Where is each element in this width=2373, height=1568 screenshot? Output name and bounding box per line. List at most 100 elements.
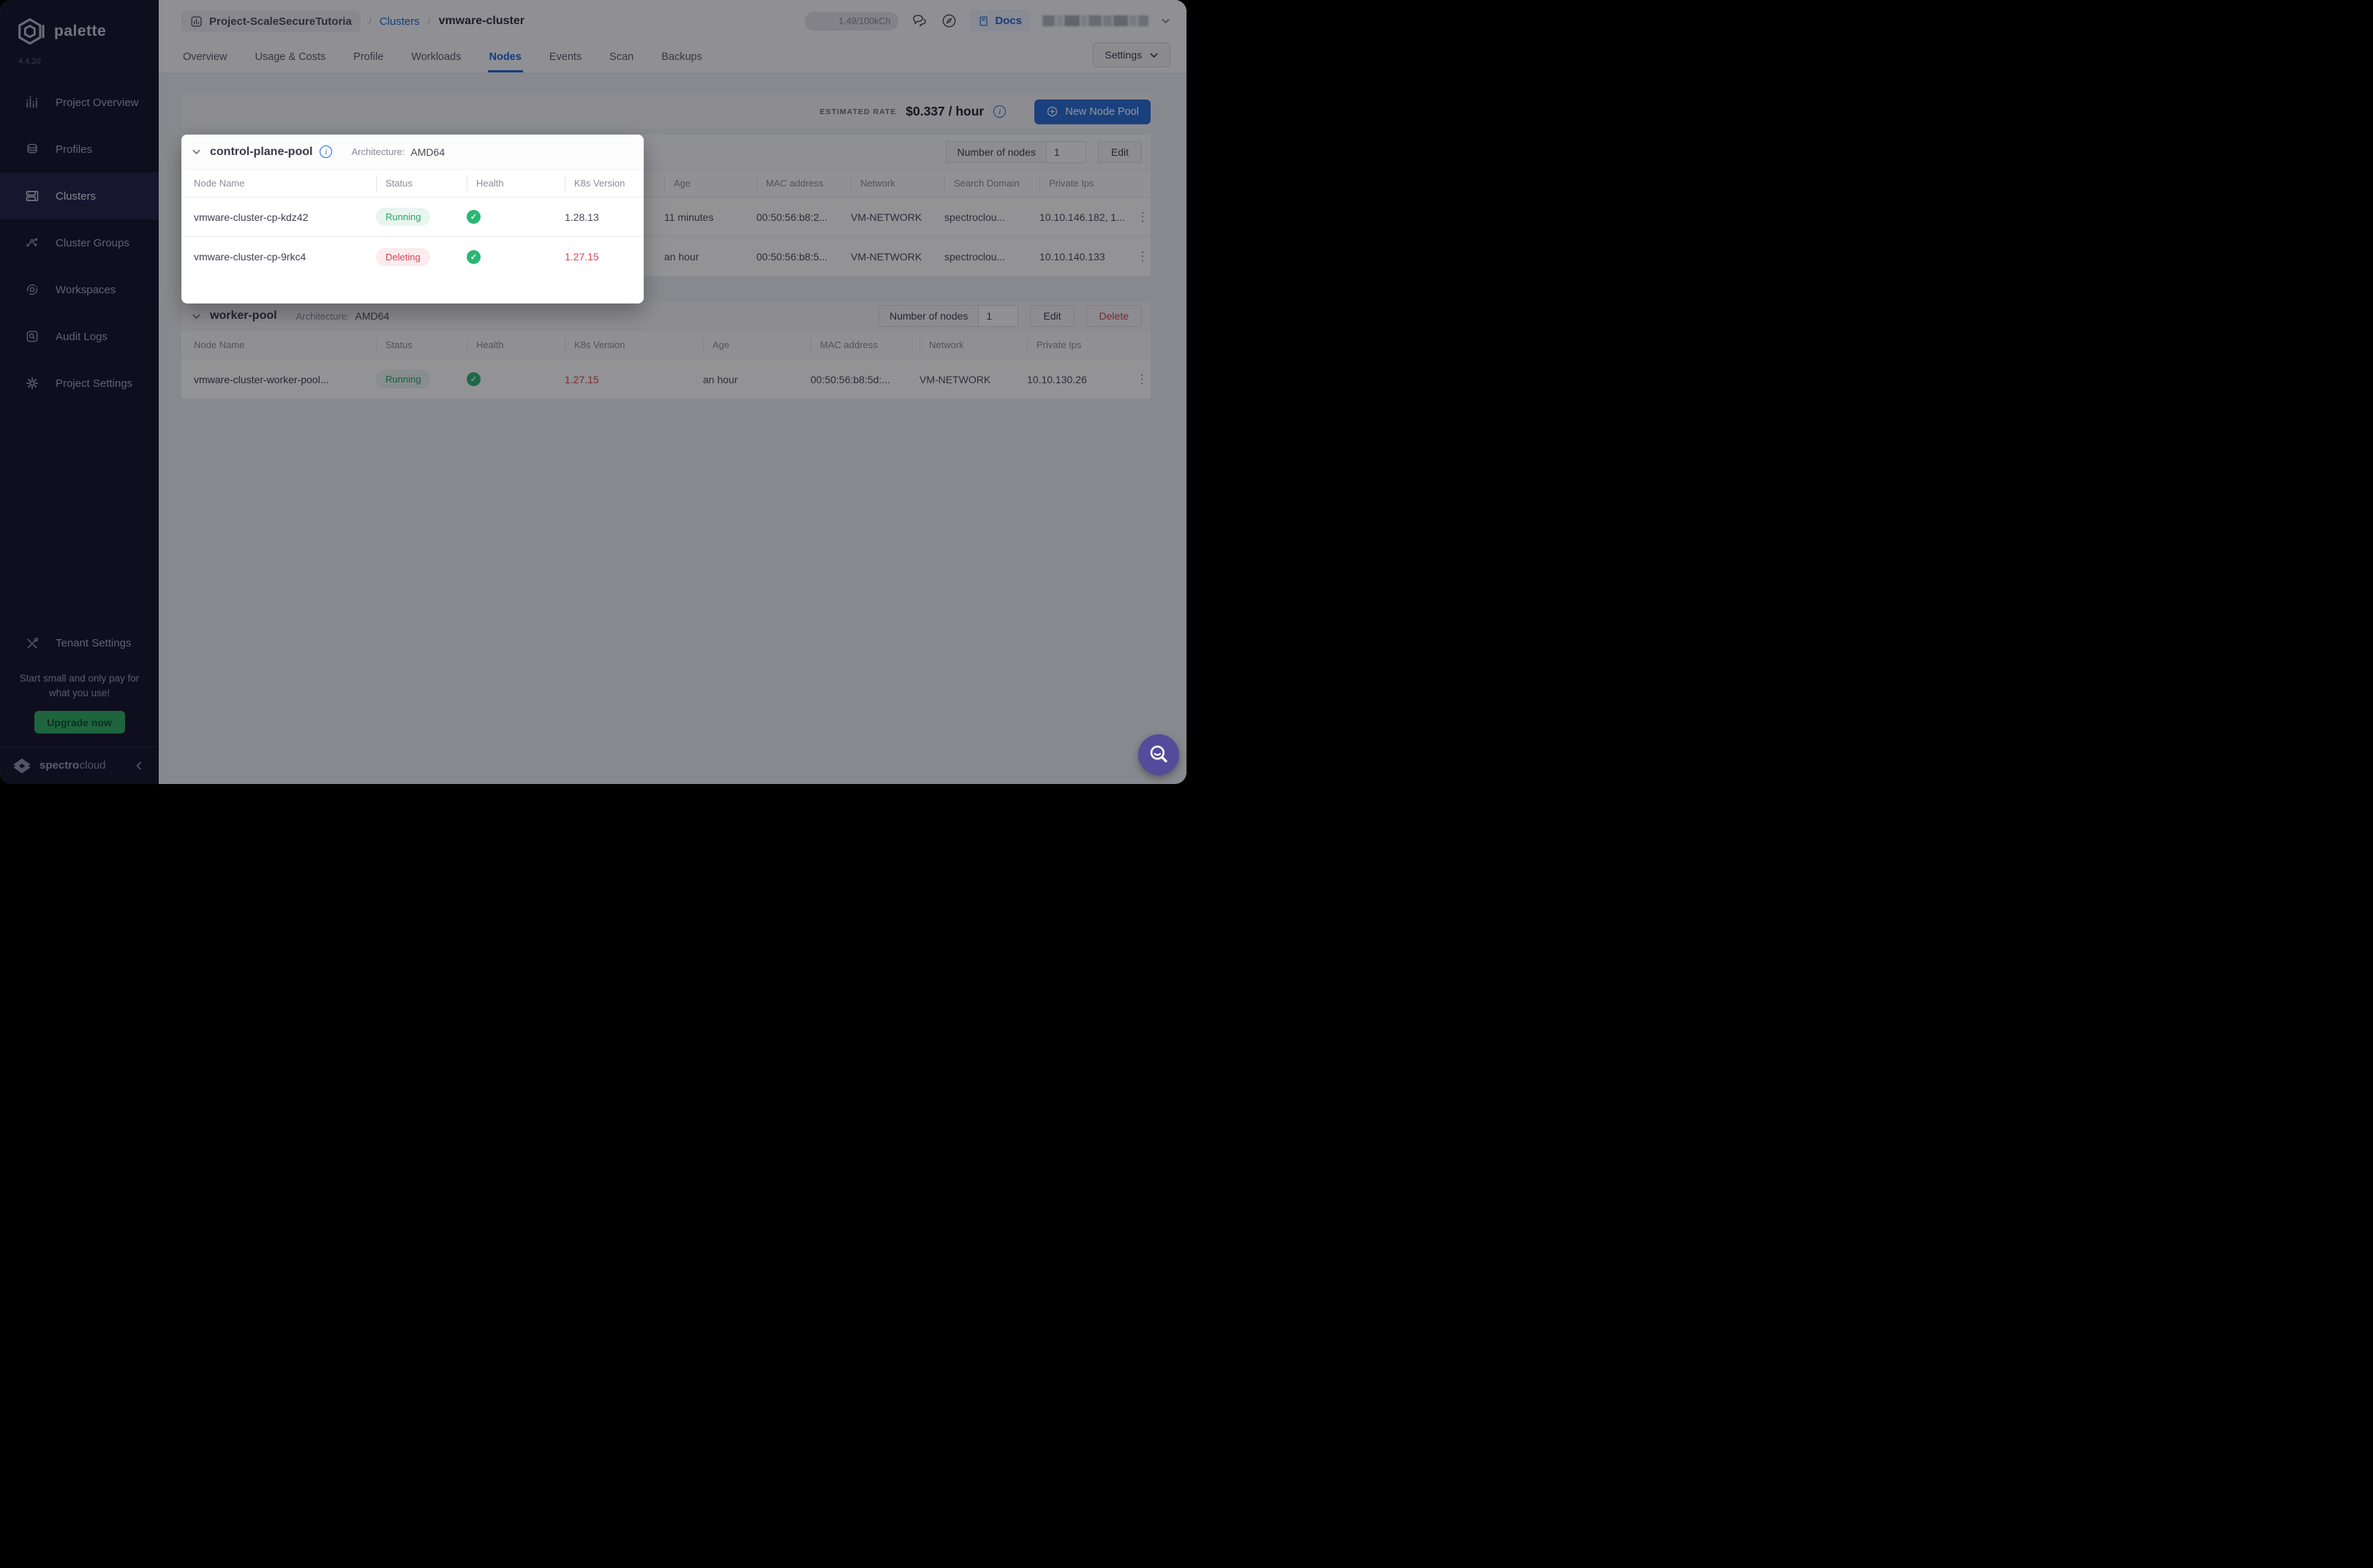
edit-pool-button[interactable]: Edit — [1030, 305, 1074, 327]
collapse-pool-chevron-icon[interactable] — [192, 312, 201, 321]
settings-button[interactable]: Settings — [1093, 42, 1170, 67]
tab-events[interactable]: Events — [548, 44, 583, 72]
palette-logo-icon — [16, 18, 45, 45]
nodes-count-input[interactable] — [979, 305, 1018, 327]
worker-pool-section: worker-pool Architecture: AMD64 Number o… — [181, 302, 1151, 399]
row-actions-menu[interactable]: ⋮ — [1135, 210, 1151, 225]
status-badge: Deleting — [376, 248, 430, 266]
compass-icon[interactable] — [941, 12, 958, 29]
tools-icon — [25, 636, 40, 651]
new-node-pool-button[interactable]: New Node Pool — [1034, 99, 1151, 124]
table-row: vmware-cluster-worker-pool... Running ✓ … — [181, 360, 1151, 399]
app-window: palette 4.4.20 Project Overview Profiles — [0, 0, 1186, 784]
row-actions-menu[interactable]: ⋮ — [1133, 372, 1151, 387]
book-icon — [978, 15, 990, 27]
cluster-groups-icon — [25, 235, 40, 250]
estimated-rate-label: ESTIMATED RATE — [820, 108, 897, 116]
resource-center-button[interactable] — [1138, 734, 1179, 775]
table-row: vmware-cluster-cp-9rkc4 Deleting ✓ 1.27.… — [181, 237, 644, 276]
layers-icon — [25, 142, 40, 157]
logo: palette — [0, 0, 159, 45]
clusters-icon — [25, 189, 40, 203]
pool-architecture: AMD64 — [410, 146, 445, 158]
audit-logs-icon — [25, 329, 40, 344]
tab-usage-costs[interactable]: Usage & Costs — [253, 44, 327, 72]
pool-architecture: AMD64 — [356, 310, 390, 322]
plus-circle-icon — [1046, 105, 1058, 118]
sidebar-nav: Project Overview Profiles Clusters — [0, 79, 159, 407]
upgrade-promo-text: Start small and only pay for what you us… — [0, 671, 159, 701]
tab-backups[interactable]: Backups — [660, 44, 704, 72]
delete-pool-button[interactable]: Delete — [1086, 305, 1142, 327]
table-header: Node Name Status Health K8s Version Age — [181, 170, 644, 197]
search-smile-icon — [1147, 743, 1170, 766]
estimated-rate-bar: ESTIMATED RATE $0.337 / hour i New Node … — [181, 94, 1151, 129]
user-menu[interactable] — [1042, 15, 1148, 26]
tab-workloads[interactable]: Workloads — [410, 44, 462, 72]
sidebar-item-label: Workspaces — [56, 284, 116, 296]
chevron-down-icon — [1149, 50, 1159, 60]
upgrade-now-button[interactable]: Upgrade now — [34, 711, 125, 734]
project-chart-icon — [190, 15, 203, 28]
node-name: vmware-cluster-worker-pool... — [194, 374, 376, 385]
main-area: Project-ScaleSecureTutoria / Clusters / … — [159, 0, 1186, 784]
project-selector[interactable]: Project-ScaleSecureTutoria — [181, 11, 361, 32]
health-ok-icon: ✓ — [467, 210, 481, 224]
tab-nodes[interactable]: Nodes — [488, 44, 523, 72]
sidebar-bottom: Tenant Settings Start small and only pay… — [0, 623, 159, 785]
edit-pool-button[interactable]: Edit — [1098, 141, 1142, 163]
tour-spotlight-control-plane-pool: control-plane-pool i Architecture: AMD64… — [181, 135, 644, 304]
number-of-nodes-control: Number of nodes — [946, 141, 1086, 163]
gear-icon — [25, 376, 40, 391]
breadcrumb-clusters-link[interactable]: Clusters — [380, 15, 420, 28]
row-actions-menu[interactable]: ⋮ — [1135, 249, 1151, 264]
pool-name: worker-pool — [210, 309, 277, 323]
pool-info-icon[interactable]: i — [320, 146, 332, 158]
sidebar-item-label: Cluster Groups — [56, 237, 129, 249]
sidebar-item-clusters[interactable]: Clusters — [0, 173, 159, 219]
sidebar-item-label: Clusters — [56, 190, 96, 203]
sidebar-item-project-overview[interactable]: Project Overview — [0, 79, 159, 126]
sidebar-item-tenant-settings[interactable]: Tenant Settings — [0, 623, 159, 664]
sidebar-item-cluster-groups[interactable]: Cluster Groups — [0, 219, 159, 266]
sidebar-item-project-settings[interactable]: Project Settings — [0, 360, 159, 407]
sidebar: palette 4.4.20 Project Overview Profiles — [0, 0, 159, 784]
sidebar-collapse-button[interactable] — [134, 761, 144, 771]
node-name: vmware-cluster-cp-9rkc4 — [194, 251, 376, 263]
control-plane-pool-header: control-plane-pool i Architecture: AMD64 — [181, 135, 644, 170]
chat-icon[interactable] — [911, 12, 928, 30]
status-badge: Running — [376, 370, 430, 388]
nodes-count-input[interactable] — [1047, 141, 1086, 163]
tab-scan[interactable]: Scan — [608, 44, 635, 72]
estimated-rate-value: $0.337 / hour — [906, 104, 984, 119]
sidebar-item-label: Tenant Settings — [56, 637, 131, 649]
workspaces-icon — [25, 282, 40, 297]
rate-info-icon[interactable]: i — [993, 105, 1006, 118]
tab-overview[interactable]: Overview — [181, 44, 228, 72]
table-header: Node Name Status Health K8s Version Age … — [181, 331, 1151, 360]
sidebar-item-audit-logs[interactable]: Audit Logs — [0, 313, 159, 360]
sidebar-item-workspaces[interactable]: Workspaces — [0, 266, 159, 313]
collapse-pool-chevron-icon[interactable] — [192, 147, 201, 157]
sidebar-footer: spectro cloud — [0, 747, 159, 784]
health-ok-icon: ✓ — [467, 250, 481, 264]
sidebar-item-label: Profiles — [56, 143, 92, 156]
worker-pool-header: worker-pool Architecture: AMD64 Number o… — [181, 302, 1151, 331]
pool-name: control-plane-pool — [210, 146, 312, 159]
tab-profile[interactable]: Profile — [352, 44, 385, 72]
docs-link[interactable]: Docs — [970, 10, 1030, 31]
top-bar: Project-ScaleSecureTutoria / Clusters / … — [159, 0, 1186, 73]
health-ok-icon: ✓ — [467, 372, 481, 386]
sidebar-item-label: Project Overview — [56, 97, 138, 109]
status-badge: Running — [376, 208, 430, 226]
credits-meter[interactable]: 1.49/100kCh — [805, 12, 898, 31]
user-menu-chevron-icon[interactable] — [1161, 16, 1170, 26]
sidebar-item-profiles[interactable]: Profiles — [0, 126, 159, 173]
brand-name: spectro — [40, 759, 79, 772]
number-of-nodes-control: Number of nodes — [879, 305, 1018, 327]
spectro-cloud-logo — [12, 756, 32, 775]
sidebar-item-label: Audit Logs — [56, 331, 108, 343]
table-row: vmware-cluster-cp-kdz42 Running ✓ 1.28.1… — [181, 197, 644, 237]
breadcrumb-current: vmware-cluster — [439, 15, 524, 28]
project-name: Project-ScaleSecureTutoria — [209, 15, 352, 28]
